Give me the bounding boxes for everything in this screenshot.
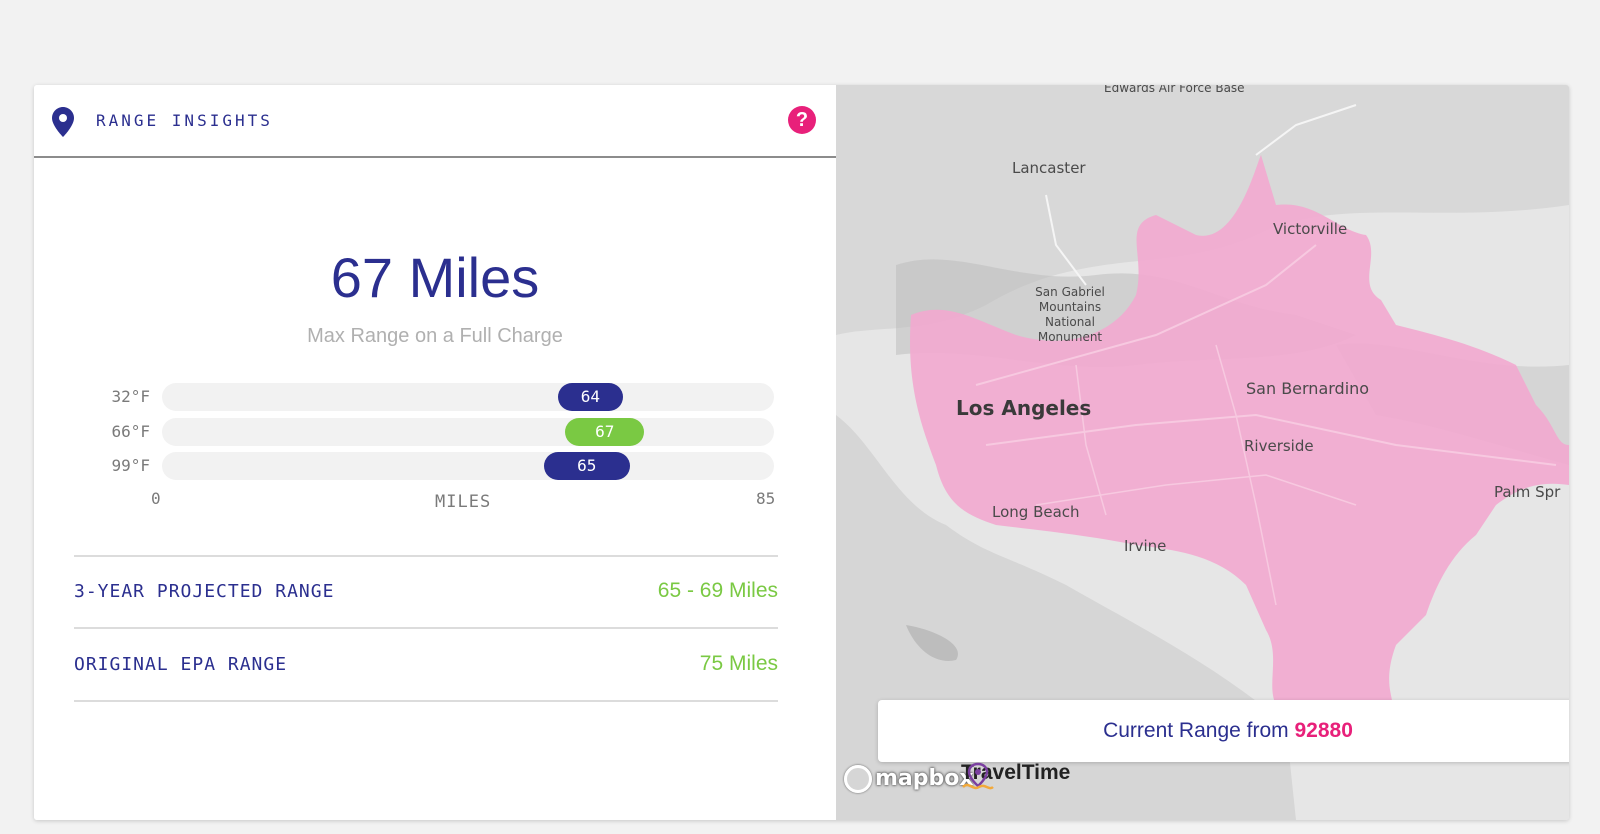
map-label-los-angeles: Los Angeles	[956, 396, 1092, 420]
range-bar-track: 65	[162, 452, 774, 480]
range-bar-row: 66°F 67	[34, 418, 836, 446]
map-label-edwards: Edwards Air Force Base	[1104, 85, 1245, 95]
range-bar-value: 67	[565, 418, 645, 446]
current-range-box: Current Range from 92880	[878, 700, 1569, 762]
axis-tick-max: 85	[756, 489, 776, 508]
panel-header: RANGE INSIGHTS ?	[34, 85, 836, 158]
range-bar-track: 64	[162, 383, 774, 411]
map-label-san-bernardino: San Bernardino	[1246, 379, 1370, 398]
projected-range-label: 3-YEAR PROJECTED RANGE	[74, 581, 335, 602]
map-label-long-beach: Long Beach	[992, 503, 1080, 521]
axis-tick-min: 0	[151, 489, 161, 508]
range-insights-card: RANGE INSIGHTS ? 67 Miles Max Range on a…	[34, 85, 1569, 820]
range-bar-row: 32°F 64	[34, 383, 836, 411]
map-label-palm-springs: Palm Spr	[1494, 483, 1561, 501]
epa-range-value: 75 Miles	[699, 652, 778, 675]
divider	[74, 627, 778, 629]
range-map[interactable]: Edwards Air Force Base Lancaster Victorv…	[836, 85, 1569, 820]
traveltime-icon	[962, 762, 994, 790]
temperature-label: 66°F	[111, 422, 150, 441]
map-label-irvine: Irvine	[1124, 537, 1167, 555]
map-label-victorville: Victorville	[1273, 220, 1348, 238]
mapbox-wordmark: mapbox	[875, 766, 974, 791]
range-bar-row: 99°F 65	[34, 452, 836, 480]
range-bar-value: 64	[558, 383, 623, 411]
current-range-label: Current Range from	[1103, 719, 1289, 742]
zip-code[interactable]: 92880	[1295, 719, 1353, 742]
help-icon[interactable]: ?	[788, 106, 816, 134]
projected-range-value: 65 - 69 Miles	[657, 579, 778, 602]
location-pin-icon	[52, 107, 74, 137]
insights-panel: RANGE INSIGHTS ? 67 Miles Max Range on a…	[34, 85, 836, 820]
map-label-lancaster: Lancaster	[1012, 159, 1086, 177]
temperature-label: 32°F	[111, 387, 150, 406]
epa-range-label: ORIGINAL EPA RANGE	[74, 654, 288, 675]
range-bar-track: 67	[162, 418, 774, 446]
mapbox-logo[interactable]: mapbox	[844, 765, 974, 799]
divider	[74, 700, 778, 702]
mapbox-logo-icon	[844, 765, 872, 793]
max-range-value: 67 Miles	[330, 246, 540, 309]
max-range-subtitle: Max Range on a Full Charge	[307, 325, 563, 347]
map-label-san-gabriel: San Gabriel Mountains National Monument	[1035, 285, 1105, 344]
axis-label: MILES	[435, 492, 492, 512]
panel-title: RANGE INSIGHTS	[96, 111, 273, 130]
map-label-riverside: Riverside	[1244, 437, 1314, 455]
divider	[74, 555, 778, 557]
traveltime-logo[interactable]: TravelTime	[961, 761, 1070, 795]
temperature-label: 99°F	[111, 456, 150, 475]
range-bar-value: 65	[543, 452, 630, 480]
